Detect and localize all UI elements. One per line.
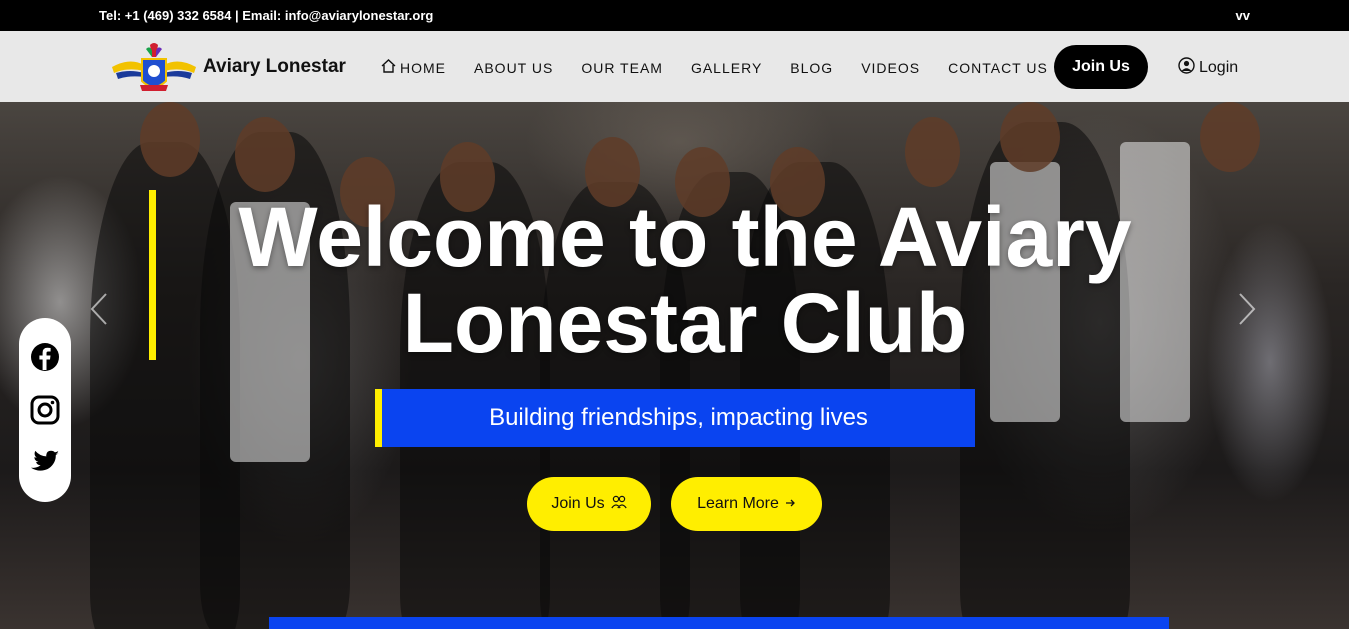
nav-contact-us[interactable]: CONTACT US xyxy=(948,59,1048,76)
arrow-right-icon xyxy=(785,495,796,513)
section-divider-strip xyxy=(269,617,1169,629)
facebook-icon[interactable] xyxy=(29,341,61,373)
hero-photo-head xyxy=(1200,102,1260,172)
login-link[interactable]: Login xyxy=(1178,57,1238,79)
club-crest-logo[interactable] xyxy=(110,41,198,95)
chevron-right-icon[interactable] xyxy=(1238,292,1256,335)
nav-gallery-label: GALLERY xyxy=(690,59,763,76)
nav-our-team[interactable]: OUR TEAM xyxy=(581,59,663,76)
contact-info: Tel: +1 (469) 332 6584 | Email: info@avi… xyxy=(99,8,434,23)
hero-tagline: Building friendships, impacting lives xyxy=(375,389,975,447)
hero-photo-head xyxy=(905,117,960,187)
login-label: Login xyxy=(1199,59,1239,76)
hero-learn-more-button[interactable]: Learn More xyxy=(671,477,822,531)
top-contact-bar: Tel: +1 (469) 332 6584 | Email: info@avi… xyxy=(0,0,1349,31)
nav-about-us-label: ABOUT US xyxy=(474,59,554,76)
hero-headline: Welcome to the Aviary Lonestar Club xyxy=(180,194,1190,366)
nav-home[interactable]: HOME xyxy=(381,59,446,76)
hero-join-us-button[interactable]: Join Us xyxy=(527,477,651,531)
hero-photo-head xyxy=(140,102,200,177)
people-icon xyxy=(610,495,627,514)
hero-join-us-label: Join Us xyxy=(551,495,605,512)
hero-photo-head xyxy=(1000,102,1060,172)
twitter-icon[interactable] xyxy=(29,447,61,479)
nav-blog-label: BLOG xyxy=(790,59,834,76)
instagram-icon[interactable] xyxy=(29,394,61,426)
nav-contact-us-label: CONTACT US xyxy=(948,59,1048,76)
hero-learn-more-label: Learn More xyxy=(697,495,779,512)
headline-accent-bar xyxy=(149,190,156,360)
hero-headline-line1: Welcome to the Aviary xyxy=(238,190,1132,284)
navbar: Aviary Lonestar HOME ABOUT US OUR TEAM G… xyxy=(0,31,1349,102)
main-nav: HOME ABOUT US OUR TEAM GALLERY BLOG VIDE… xyxy=(381,59,1076,76)
nav-home-label: HOME xyxy=(400,59,446,76)
nav-our-team-label: OUR TEAM xyxy=(581,59,663,76)
nav-blog[interactable]: BLOG xyxy=(790,59,833,76)
brand-name[interactable]: Aviary Lonestar xyxy=(203,56,346,78)
hero-banner: Welcome to the Aviary Lonestar Club Buil… xyxy=(0,102,1349,629)
nav-gallery[interactable]: GALLERY xyxy=(691,59,762,76)
nav-videos-label: VIDEOS xyxy=(861,59,921,76)
topbar-right-text: vv xyxy=(1235,8,1250,23)
social-sidebar xyxy=(19,318,71,502)
nav-about-us[interactable]: ABOUT US xyxy=(474,59,553,76)
home-icon xyxy=(381,59,396,76)
hero-headline-line2: Lonestar Club xyxy=(402,276,968,370)
hero-photo-head xyxy=(235,117,295,192)
chevron-left-icon[interactable] xyxy=(90,292,108,335)
join-us-button[interactable]: Join Us xyxy=(1054,45,1148,89)
user-circle-icon xyxy=(1178,57,1195,79)
nav-videos[interactable]: VIDEOS xyxy=(861,59,920,76)
